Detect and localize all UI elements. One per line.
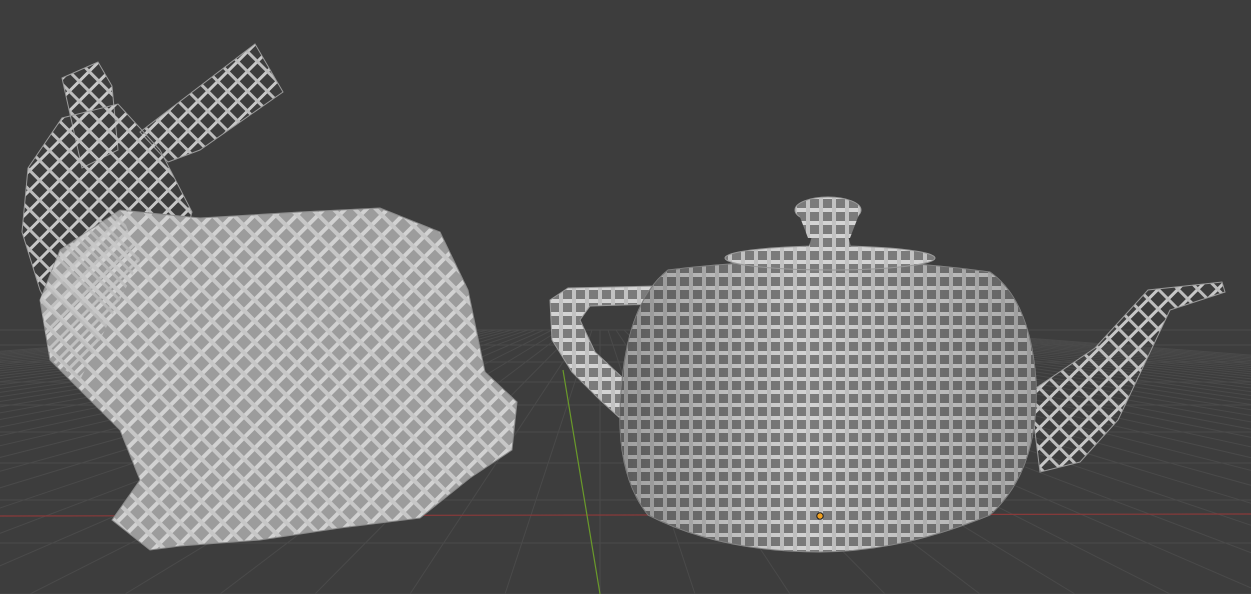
bunny-mesh[interactable] <box>21 43 518 551</box>
teapot-knob <box>808 236 852 250</box>
teapot-knob-stem <box>798 212 860 238</box>
3d-viewport[interactable] <box>0 0 1251 594</box>
teapot-spout <box>1029 281 1226 473</box>
bunny-ear-front <box>139 43 284 163</box>
teapot-body-shading <box>619 260 1037 552</box>
origin-marker[interactable] <box>816 512 824 520</box>
teapot-mesh[interactable] <box>549 196 1226 553</box>
y-axis-line <box>562 369 601 594</box>
viewport-scene[interactable] <box>0 0 1251 594</box>
